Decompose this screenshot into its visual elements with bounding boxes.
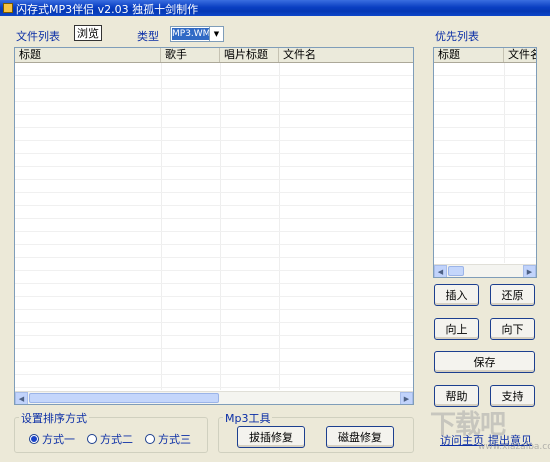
empty-row xyxy=(15,102,413,115)
restore-button[interactable]: 还原 xyxy=(490,284,535,306)
app-icon xyxy=(3,3,13,13)
priority-list-rows xyxy=(434,63,536,258)
fix-plug-button[interactable]: 拔插修复 xyxy=(237,426,305,448)
column-header-filename[interactable]: 文件名 xyxy=(279,48,413,62)
empty-row xyxy=(15,245,413,258)
file-list-rows xyxy=(15,63,413,388)
mp3-tools-group-title: Mp3工具 xyxy=(223,410,273,426)
priority-list[interactable]: 标题 文件名 ◀ ▶ xyxy=(433,47,537,278)
empty-row xyxy=(15,336,413,349)
sort-option-3[interactable]: 方式三 xyxy=(145,431,191,447)
empty-row xyxy=(434,245,536,258)
empty-row xyxy=(15,154,413,167)
empty-row xyxy=(15,128,413,141)
file-list-hscrollbar[interactable]: ◀ ▶ xyxy=(15,391,413,404)
empty-row xyxy=(15,167,413,180)
column-header-album[interactable]: 唱片标题 xyxy=(220,48,279,62)
empty-row xyxy=(434,167,536,180)
empty-row xyxy=(15,89,413,102)
empty-row xyxy=(434,115,536,128)
sort-option-1-label: 方式一 xyxy=(42,433,75,446)
scroll-thumb[interactable] xyxy=(29,393,219,403)
file-list-header: 标题 歌手 唱片标题 文件名 xyxy=(15,48,413,63)
type-label: 类型 xyxy=(137,30,159,43)
browse-button[interactable]: 浏览 xyxy=(74,25,102,41)
priority-list-header: 标题 文件名 xyxy=(434,48,536,63)
empty-row xyxy=(15,271,413,284)
arrow-left-icon[interactable]: ◀ xyxy=(434,265,447,277)
column-header-title[interactable]: 标题 xyxy=(434,48,504,62)
sort-option-2-label: 方式二 xyxy=(100,433,133,446)
window-title: 闪存式MP3伴侣 v2.03 独孤十剑制作 xyxy=(16,3,199,16)
empty-row xyxy=(434,102,536,115)
save-button[interactable]: 保存 xyxy=(434,351,535,373)
empty-row xyxy=(15,232,413,245)
watermark-url: www.xiazaiba.com xyxy=(478,442,550,452)
empty-row xyxy=(434,76,536,89)
fix-disk-button[interactable]: 磁盘修复 xyxy=(326,426,394,448)
type-select-value: MP3.WMA xyxy=(172,28,210,40)
arrow-left-icon[interactable]: ◀ xyxy=(15,392,28,404)
empty-row xyxy=(434,63,536,76)
empty-row xyxy=(434,141,536,154)
column-header-title[interactable]: 标题 xyxy=(15,48,161,62)
radio-selected-icon[interactable] xyxy=(29,434,39,444)
arrow-right-icon[interactable]: ▶ xyxy=(523,265,536,277)
empty-row xyxy=(15,180,413,193)
radio-icon[interactable] xyxy=(87,434,97,444)
file-list[interactable]: 标题 歌手 唱片标题 文件名 ◀ ▶ xyxy=(14,47,414,405)
empty-row xyxy=(15,193,413,206)
empty-row xyxy=(15,219,413,232)
empty-row xyxy=(15,362,413,375)
move-up-button[interactable]: 向上 xyxy=(434,318,479,340)
move-down-button[interactable]: 向下 xyxy=(490,318,535,340)
type-select[interactable]: MP3.WMA ▼ xyxy=(170,26,224,42)
empty-row xyxy=(15,258,413,271)
chevron-down-icon[interactable]: ▼ xyxy=(209,27,223,41)
empty-row xyxy=(434,206,536,219)
title-bar: 闪存式MP3伴侣 v2.03 独孤十剑制作 xyxy=(0,0,550,16)
sort-option-1[interactable]: 方式一 xyxy=(29,431,75,447)
empty-row xyxy=(434,89,536,102)
file-list-label: 文件列表 xyxy=(16,30,60,43)
empty-row xyxy=(15,310,413,323)
empty-row xyxy=(15,297,413,310)
column-header-artist[interactable]: 歌手 xyxy=(161,48,220,62)
empty-row xyxy=(434,193,536,206)
empty-row xyxy=(15,349,413,362)
empty-row xyxy=(15,63,413,76)
scroll-thumb[interactable] xyxy=(448,266,464,276)
empty-row xyxy=(15,76,413,89)
empty-row xyxy=(434,180,536,193)
mp3-tools-group: Mp3工具 拔插修复 磁盘修复 xyxy=(218,410,414,453)
empty-row xyxy=(15,141,413,154)
watermark-logo: 下载吧 xyxy=(430,410,506,440)
empty-row xyxy=(434,128,536,141)
main-window: 闪存式MP3伴侣 v2.03 独孤十剑制作 文件列表 浏览 类型 MP3.WMA… xyxy=(0,0,550,462)
radio-icon[interactable] xyxy=(145,434,155,444)
empty-row xyxy=(15,206,413,219)
arrow-right-icon[interactable]: ▶ xyxy=(400,392,413,404)
column-header-filename[interactable]: 文件名 xyxy=(504,48,536,62)
priority-list-label: 优先列表 xyxy=(435,30,479,43)
empty-row xyxy=(15,323,413,336)
priority-list-hscrollbar[interactable]: ◀ ▶ xyxy=(434,264,536,277)
empty-row xyxy=(15,375,413,388)
empty-row xyxy=(434,154,536,167)
empty-row xyxy=(15,115,413,128)
empty-row xyxy=(434,232,536,245)
sort-option-3-label: 方式三 xyxy=(158,433,191,446)
empty-row xyxy=(15,284,413,297)
sort-mode-group-title: 设置排序方式 xyxy=(19,410,89,426)
empty-row xyxy=(434,219,536,232)
sort-option-2[interactable]: 方式二 xyxy=(87,431,133,447)
sort-mode-group: 设置排序方式 方式一 方式二 方式三 xyxy=(14,410,208,453)
insert-button[interactable]: 插入 xyxy=(434,284,479,306)
